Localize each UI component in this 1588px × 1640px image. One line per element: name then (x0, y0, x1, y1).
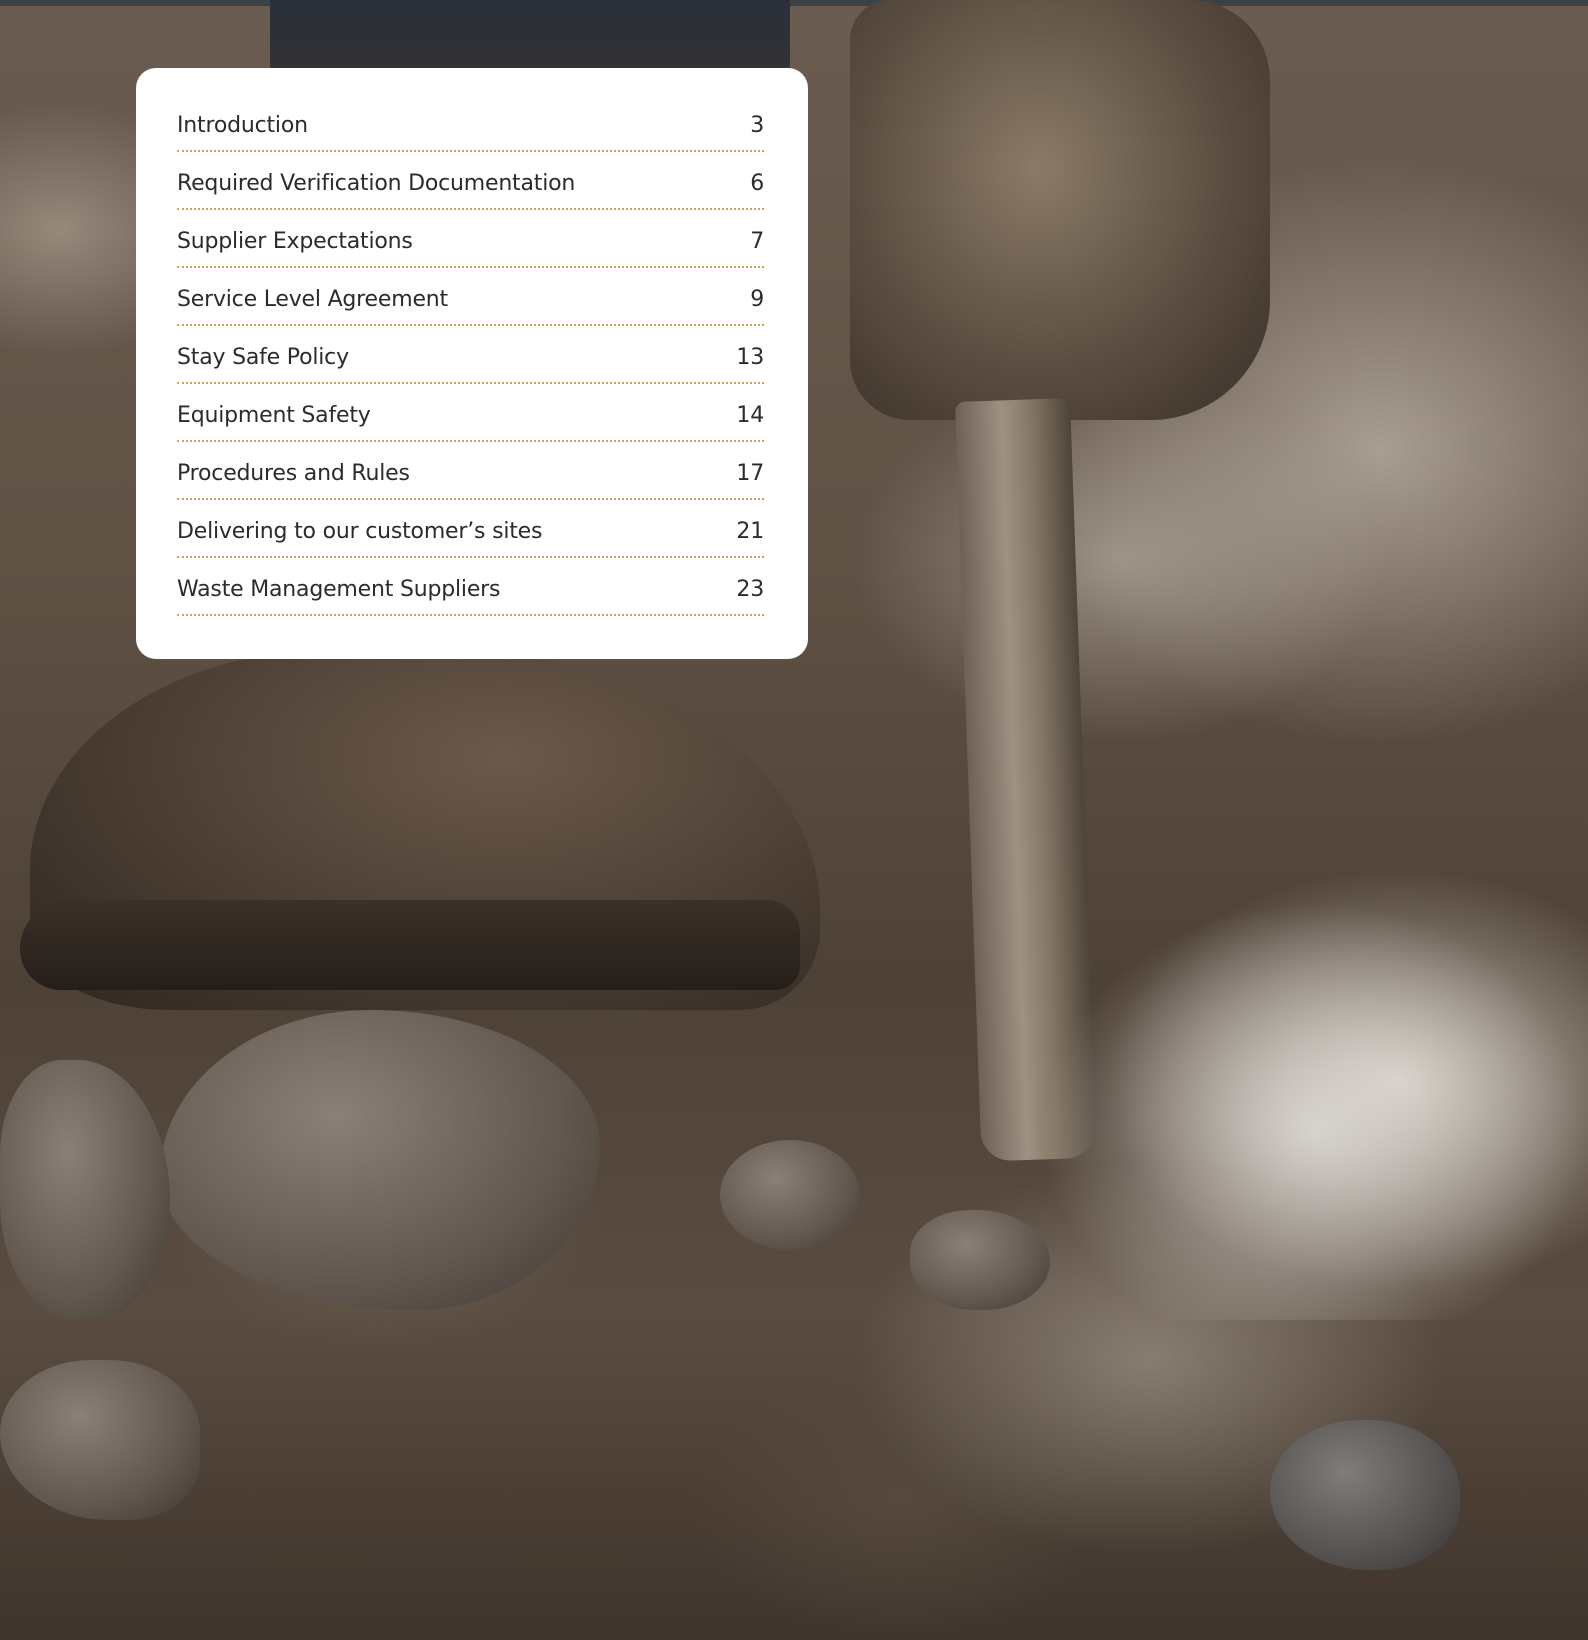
table-of-contents-card: Introduction 3 Required Verification Doc… (136, 68, 808, 659)
toc-entry-page-number: 3 (750, 113, 764, 138)
toc-entry-delivering-to-customer-sites[interactable]: Delivering to our customer’s sites 21 (177, 500, 764, 558)
toc-entry-service-level-agreement[interactable]: Service Level Agreement 9 (177, 268, 764, 326)
toc-entry-waste-management-suppliers[interactable]: Waste Management Suppliers 23 (177, 558, 764, 616)
toc-entry-page-number: 23 (736, 577, 764, 602)
rock (0, 1060, 170, 1320)
rock (0, 1360, 200, 1520)
toc-entry-page-number: 9 (750, 287, 764, 312)
toc-entry-title: Delivering to our customer’s sites (177, 519, 543, 544)
table-of-contents-list: Introduction 3 Required Verification Doc… (177, 94, 764, 616)
rock (160, 1010, 600, 1310)
toc-entry-required-verification-documentation[interactable]: Required Verification Documentation 6 (177, 152, 764, 210)
toc-entry-page-number: 7 (750, 229, 764, 254)
jackhammer-head (850, 0, 1270, 420)
toc-entry-title: Procedures and Rules (177, 461, 410, 486)
dust-cloud (1040, 900, 1588, 1320)
toc-entry-page-number: 21 (736, 519, 764, 544)
rock (910, 1210, 1050, 1310)
toc-entry-title: Service Level Agreement (177, 287, 448, 312)
toc-entry-introduction[interactable]: Introduction 3 (177, 94, 764, 152)
toc-entry-title: Required Verification Documentation (177, 171, 576, 196)
rock (720, 1140, 860, 1250)
top-edge-bar (0, 0, 1588, 6)
toc-entry-stay-safe-policy[interactable]: Stay Safe Policy 13 (177, 326, 764, 384)
boot-sole (20, 900, 800, 990)
toc-entry-procedures-and-rules[interactable]: Procedures and Rules 17 (177, 442, 764, 500)
toc-entry-page-number: 14 (736, 403, 764, 428)
rock (1270, 1420, 1460, 1570)
toc-entry-title: Supplier Expectations (177, 229, 413, 254)
toc-entry-page-number: 13 (736, 345, 764, 370)
toc-entry-title: Stay Safe Policy (177, 345, 349, 370)
toc-entry-page-number: 17 (736, 461, 764, 486)
toc-entry-supplier-expectations[interactable]: Supplier Expectations 7 (177, 210, 764, 268)
toc-entry-title: Waste Management Suppliers (177, 577, 501, 602)
toc-entry-page-number: 6 (750, 171, 764, 196)
toc-entry-title: Introduction (177, 113, 308, 138)
toc-entry-equipment-safety[interactable]: Equipment Safety 14 (177, 384, 764, 442)
toc-entry-title: Equipment Safety (177, 403, 371, 428)
